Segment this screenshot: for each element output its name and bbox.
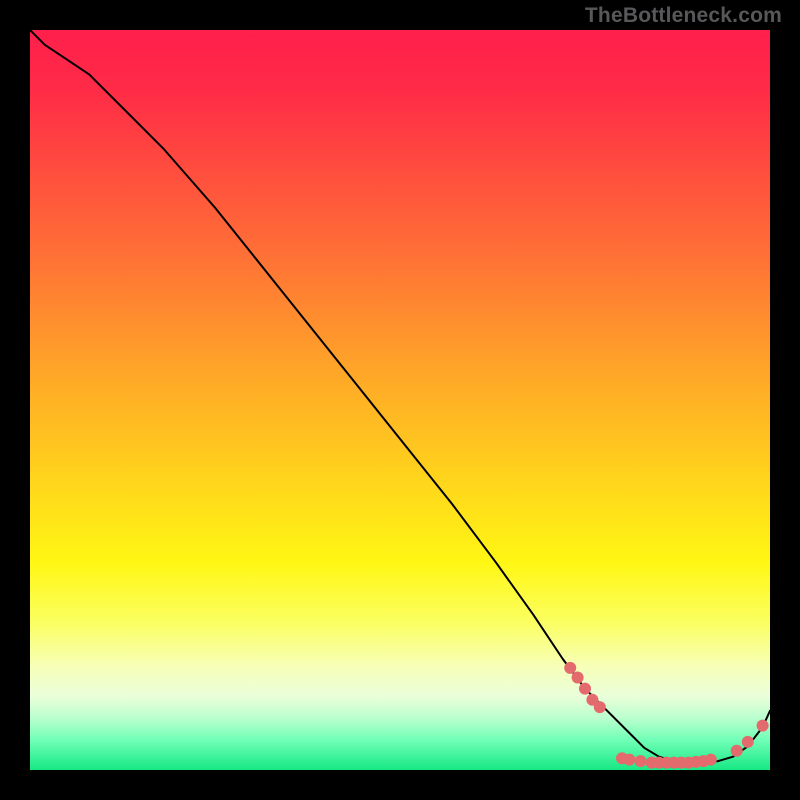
data-point	[594, 701, 606, 713]
bottleneck-curve	[30, 30, 770, 763]
marker-group	[564, 662, 768, 769]
data-point	[623, 754, 635, 766]
data-point	[564, 662, 576, 674]
data-point	[742, 736, 754, 748]
watermark-text: TheBottleneck.com	[585, 4, 782, 28]
data-point	[731, 745, 743, 757]
data-point	[579, 683, 591, 695]
plot-area	[30, 30, 770, 770]
chart-stage: TheBottleneck.com	[0, 0, 800, 800]
data-point	[572, 672, 584, 684]
plot-svg	[30, 30, 770, 770]
data-point	[757, 720, 769, 732]
data-point	[635, 755, 647, 767]
data-point	[705, 754, 717, 766]
